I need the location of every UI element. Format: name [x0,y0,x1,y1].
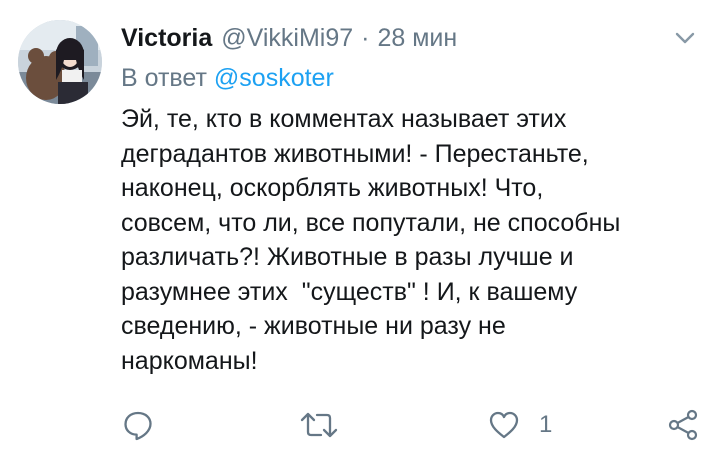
reply-context: В ответ @soskoter [121,62,334,94]
reply-mention-link[interactable]: @soskoter [214,64,334,92]
share-icon [668,409,698,441]
more-options-button[interactable] [674,30,696,46]
tweet-text-line: разумнее этих "существ" ! И, к вашему [121,277,578,306]
tweet-text-line: различать?! Животные в разы лучше и [121,243,574,271]
tweet: Victoria @VikkiMi97 · 28 мин В ответ @so… [0,0,720,462]
avatar-image [18,20,102,104]
tweet-text-line: совсем, что ли, все попутали, не способн… [121,208,621,237]
like-icon [489,411,519,439]
tweet-header: Victoria @VikkiMi97 · 28 мин [121,20,457,56]
reply-icon [124,411,152,441]
tweet-text-line: деградантов животными! - Перестаньте, [121,139,589,168]
chevron-down-icon [675,32,695,44]
avatar[interactable] [18,20,102,104]
tweet-text-line: Эй, те, кто в комментах называет этих [121,105,567,133]
like-button[interactable]: 1 [487,405,552,445]
share-button[interactable] [666,405,700,445]
like-count: 1 [539,411,553,438]
retweet-button[interactable] [299,405,339,445]
action-bar: 1 [121,405,701,445]
author-name[interactable]: Victoria [121,20,212,56]
author-handle[interactable]: @VikkiMi97 [221,20,353,56]
tweet-text: Эй, те, кто в комментах называет этих де… [121,102,701,378]
tweet-text-line: наркоманы! [121,346,258,375]
reply-button[interactable] [121,405,155,445]
tweet-text-line: сведению, - животные ни разу не [121,312,506,340]
tweet-timestamp[interactable]: 28 мин [377,20,457,56]
header-separator: · [361,24,370,52]
reply-prefix: В ответ [121,64,207,92]
tweet-text-line: наконец, оскорблять животных! Что, [121,174,544,202]
retweet-icon [300,412,338,438]
